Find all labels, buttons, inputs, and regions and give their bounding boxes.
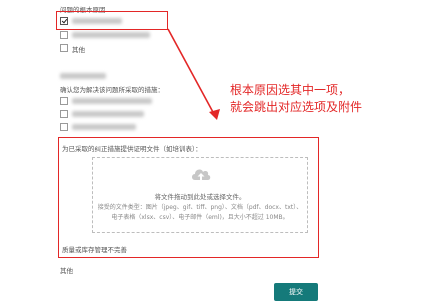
action-option-1-label: [72, 98, 152, 104]
root-cause-option-other-label: 其他: [72, 46, 85, 54]
root-cause-option-other-checkbox[interactable]: [60, 44, 68, 52]
dropzone-main-text: 将文件拖动到此处或选择文件。: [154, 193, 246, 201]
next-root-cause-item: 质量或库存管理不完善: [62, 246, 127, 254]
root-cause-option-2-checkbox[interactable]: [60, 31, 68, 39]
root-cause-option-2-label: [72, 32, 150, 38]
highlight-root-cause: [56, 11, 168, 30]
action-option-2-label: [72, 111, 144, 117]
file-dropzone[interactable]: 将文件拖动到此处或选择文件。 接受的文件类型：图片（jpeg、gif、tiff、…: [92, 157, 308, 233]
action-option-3-checkbox[interactable]: [60, 123, 68, 131]
action-option-1-checkbox[interactable]: [60, 97, 68, 105]
action-option-2-checkbox[interactable]: [60, 110, 68, 118]
dropzone-types-line-2: 电子表格（xlsx、csv）、电子邮件（eml)，且大小不超过 10MB。: [111, 214, 289, 221]
annotation-line-1: 根本原因选其中一项，: [230, 83, 351, 97]
blurred-heading: [60, 73, 106, 79]
submit-button[interactable]: 提交: [274, 283, 318, 301]
dropzone-types-line-1: 接受的文件类型：图片（jpeg、gif、tiff、png）、文档（pdf、doc…: [97, 204, 303, 211]
action-option-3-label: [72, 124, 136, 130]
other-label: 其他: [60, 267, 73, 275]
actions-title: 确认您为解决该问题所采取的措施：: [60, 86, 164, 94]
cloud-upload-icon: [192, 169, 211, 180]
annotation-line-2: 就会跳出对应选项及附件: [230, 100, 363, 114]
upload-title: 为已采取的纠正措施提供证明文件（如培训表）：: [62, 145, 202, 153]
